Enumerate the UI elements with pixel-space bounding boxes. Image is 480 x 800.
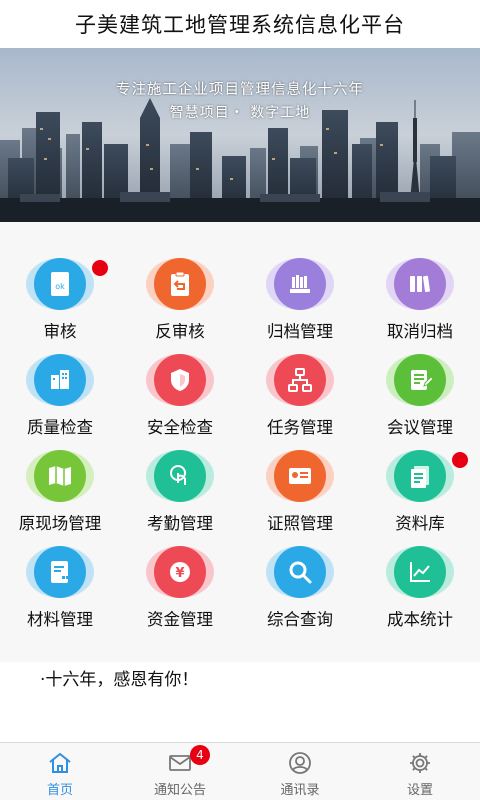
module-material[interactable]: 材料管理 [0,510,120,629]
svg-text:¥: ¥ [175,566,184,581]
touch-icon [154,450,206,502]
module-cost[interactable]: 成本统计 [360,510,480,629]
archive-books-icon [274,258,326,310]
module-audit[interactable]: ok 审核 [0,222,120,341]
notice-text: ·十六年，感恩有你！ [40,670,199,689]
certificate-icon [274,450,326,502]
nav-item-home[interactable]: 首页 [0,743,120,800]
module-task[interactable]: 任务管理 [240,318,360,437]
contacts-icon [287,751,313,775]
nav-label: 通讯录 [280,783,320,798]
line-chart-icon [394,546,446,598]
unread-badge: 4 [190,745,210,765]
flowchart-icon [274,354,326,406]
module-meeting[interactable]: 会议管理 [360,318,480,468]
banner-image[interactable]: 专注施工企业项目管理信息化十六年 智慧项目・ 数字工地 [0,48,480,222]
binders-icon [394,258,446,310]
banner-subslogan: 智慧项目・ 数字工地 [169,105,311,121]
module-label: 成本统计 [387,610,453,629]
svg-text:ok: ok [55,282,65,291]
bottom-nav: 首页 4 通知公告 通讯录 设置 [0,742,480,800]
nav-item-settings[interactable]: 设置 [360,743,480,800]
magnifier-icon [274,546,326,598]
module-quality-check[interactable]: 质量检查 [0,318,120,437]
ok-document-icon: ok [34,258,86,310]
banner-slogan: 专注施工企业项目管理信息化十六年 [116,82,364,98]
module-fund[interactable]: ¥ 资金管理 [120,510,240,629]
app-header: 子美建筑工地管理系统信息化平台 [0,0,480,48]
module-label: 资金管理 [147,610,213,629]
module-grid: ok 审核 反审核 归档管理 取消归档 质量检查 安全检查 任务管理 会议管理 … [0,222,480,662]
module-safety-check[interactable]: 安全检查 [120,318,240,437]
nav-item-contacts[interactable]: 通讯录 [240,743,360,800]
nav-label: 通知公告 [153,783,206,798]
yen-icon: ¥ [154,546,206,598]
unread-dot [92,260,108,276]
module-site[interactable]: 原现场管理 [0,414,120,533]
module-archive[interactable]: 归档管理 [240,222,360,341]
notice-marquee[interactable]: ·十六年，感恩有你！ [0,665,480,689]
map-icon [34,450,86,502]
gear-icon [407,751,433,775]
module-library[interactable]: 资料库 [360,414,480,533]
nav-label: 设置 [406,783,433,798]
module-label: 材料管理 [27,610,93,629]
nav-item-notice[interactable]: 4 通知公告 [120,743,240,800]
module-unarchive[interactable]: 取消归档 [360,222,480,341]
module-certificate[interactable]: 证照管理 [240,414,360,533]
buildings-icon [34,354,86,406]
app-root: 子美建筑工地管理系统信息化平台 专注施工企业项目管理信息化十六年 智慧项目・ 数… [0,0,480,800]
module-attendance[interactable]: 考勤管理 [120,414,240,533]
documents-icon [394,450,446,502]
module-unaudit[interactable]: 反审核 [120,222,240,341]
module-label: 综合查询 [267,610,333,629]
city-skyline-illustration [0,48,480,222]
shield-icon [154,354,206,406]
return-clipboard-icon [154,258,206,310]
nav-label: 首页 [46,783,73,798]
meeting-note-icon [394,354,446,406]
module-query[interactable]: 综合查询 [240,510,360,629]
page-title: 子美建筑工地管理系统信息化平台 [75,13,405,37]
material-list-icon [34,546,86,598]
home-icon [47,751,73,775]
